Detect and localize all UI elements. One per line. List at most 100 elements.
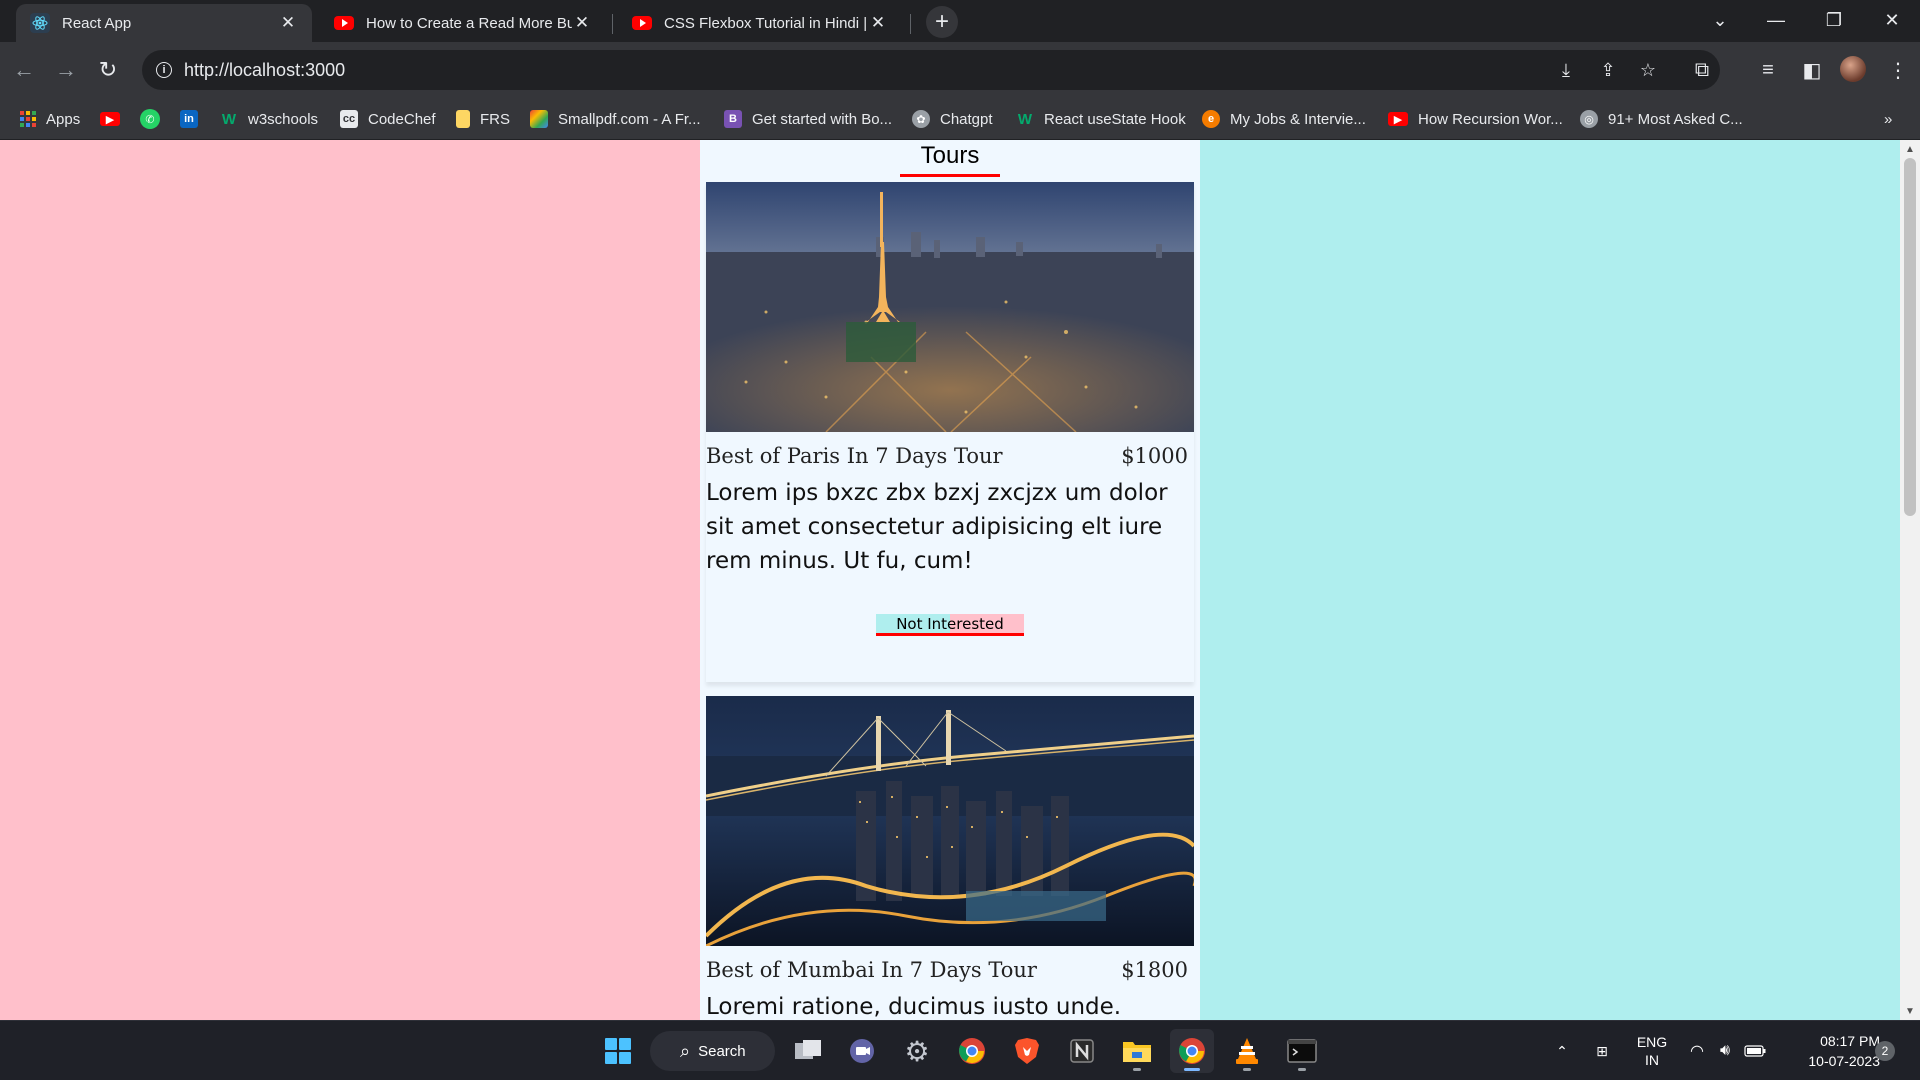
page-title: Tours — [920, 142, 980, 169]
bookmark-chatgpt[interactable]: ✿ Chatgpt — [912, 108, 993, 130]
tour-description: Loremi ratione, ducimus iusto unde. Dolo… — [706, 994, 1122, 1020]
tour-price: $1800 — [1121, 958, 1188, 982]
menu-kebab-icon[interactable]: ⋮ — [1882, 54, 1914, 86]
w3schools-icon: W — [1017, 110, 1033, 128]
left-panel — [0, 140, 700, 1020]
brave-icon[interactable] — [1005, 1029, 1049, 1073]
bookmark-react-usestate[interactable]: W React useState Hook — [1016, 108, 1186, 130]
bookmark-label: 91+ Most Asked C... — [1608, 110, 1743, 128]
bookmark-whatsapp[interactable]: ✆ — [140, 108, 170, 130]
windows-start-icon[interactable] — [596, 1029, 640, 1073]
show-hidden-icons-chevron-icon[interactable]: ⌃ — [1548, 1021, 1576, 1080]
clock[interactable]: 08:17 PM 10-07-2023 — [1780, 1031, 1880, 1071]
bookmark-smallpdf[interactable]: Smallpdf.com - A Fr... — [530, 108, 701, 130]
linkedin-icon: in — [180, 110, 198, 128]
settings-gear-icon[interactable]: ⚙ — [895, 1029, 939, 1073]
bookmark-frs[interactable]: FRS — [456, 108, 510, 130]
globe-icon: ◎ — [1580, 110, 1598, 128]
browser-toolbar: ← → ↻ i http://localhost:3000 ⤓ ⇪ ☆ ⧉ ≡ … — [0, 42, 1920, 98]
title-underline — [900, 174, 1000, 177]
youtube-icon: ▶ — [100, 112, 120, 126]
youtube-icon — [632, 16, 652, 30]
tours-container: Tours Best of Paris In 7 Days Tour $1000… — [700, 140, 1200, 1020]
task-view-icon[interactable] — [786, 1029, 830, 1073]
wifi-icon[interactable]: ◠ — [1684, 1021, 1710, 1080]
address-bar[interactable]: i http://localhost:3000 ⤓ ⇪ ☆ — [142, 50, 1720, 90]
tour-name: Best of Mumbai In 7 Days Tour — [706, 958, 1037, 982]
clock-time: 08:17 PM — [1820, 1033, 1880, 1049]
bookmarks-overflow-button[interactable]: » — [1884, 108, 1892, 130]
bookmark-w3schools[interactable]: W w3schools — [220, 108, 318, 130]
file-explorer-icon[interactable] — [1115, 1029, 1159, 1073]
taskbar-search[interactable]: ⌕ Search — [650, 1031, 775, 1071]
share-icon[interactable]: ⇪ — [1594, 56, 1622, 84]
bookmark-91-most-asked[interactable]: ◎ 91+ Most Asked C... — [1580, 108, 1743, 130]
jobs-icon: e — [1202, 110, 1220, 128]
w3schools-icon: W — [221, 110, 237, 128]
page-viewport: Tours Best of Paris In 7 Days Tour $1000… — [0, 140, 1920, 1020]
reading-list-icon[interactable]: ≡ — [1752, 54, 1784, 86]
tab-react-app[interactable]: React App ✕ — [16, 4, 312, 42]
reload-icon[interactable]: ↻ — [92, 54, 124, 86]
bookmark-label: FRS — [480, 110, 510, 128]
install-icon[interactable]: ⤓ — [1552, 56, 1580, 84]
forward-arrow-icon[interactable]: → — [50, 54, 82, 86]
scroll-down-arrow-icon[interactable]: ▼ — [1900, 1002, 1920, 1020]
bookmark-label: w3schools — [248, 110, 319, 128]
new-tab-button[interactable]: + — [926, 6, 958, 38]
chevron-double-right-icon: » — [1884, 110, 1893, 128]
bookmark-label: Apps — [46, 110, 81, 128]
volume-icon[interactable]: 🔊︎ — [1712, 1021, 1738, 1080]
youtube-icon — [334, 16, 354, 30]
battery-icon[interactable] — [1742, 1021, 1768, 1080]
bookmark-my-jobs[interactable]: e My Jobs & Intervie... — [1202, 108, 1366, 130]
chrome-icon[interactable] — [950, 1029, 994, 1073]
tab-youtube-read-more[interactable]: How to Create a Read More Butt ✕ — [320, 4, 606, 42]
tour-card: Best of Paris In 7 Days Tour $1000 Lorem… — [706, 182, 1194, 682]
bookmark-apps[interactable]: Apps — [20, 108, 80, 130]
bookmark-linkedin[interactable]: in — [180, 108, 208, 130]
notification-badge[interactable]: 2 — [1875, 1041, 1895, 1061]
bookmark-bootstrap[interactable]: B Get started with Bo... — [724, 108, 892, 130]
restore-button[interactable]: ❐ — [1806, 0, 1862, 40]
close-tab-icon[interactable]: ✕ — [868, 13, 888, 33]
profile-avatar[interactable] — [1840, 56, 1866, 82]
tab-youtube-flexbox[interactable]: CSS Flexbox Tutorial in Hindi | W ✕ — [618, 4, 902, 42]
windows-taskbar: ⌕ Search ⚙ ⌃ ⊞ ENG IN ◠ 🔊︎ 08:17 PM 10-0… — [0, 1020, 1920, 1080]
teams-chat-icon[interactable] — [840, 1029, 884, 1073]
bookmark-youtube[interactable]: ▶ — [100, 108, 130, 130]
site-info-icon[interactable]: i — [156, 62, 172, 78]
tab-search-icon[interactable]: ⌄ — [1692, 0, 1748, 40]
tab-title: CSS Flexbox Tutorial in Hindi | W — [664, 14, 868, 32]
bookmark-codechef[interactable]: cc CodeChef — [340, 108, 436, 130]
scrollbar-thumb[interactable] — [1904, 158, 1916, 516]
bookmark-label: Get started with Bo... — [752, 110, 893, 128]
bookmark-star-icon[interactable]: ☆ — [1634, 56, 1662, 84]
not-interested-button[interactable]: Not Interested — [876, 614, 1024, 636]
close-tab-icon[interactable]: ✕ — [278, 13, 298, 33]
keyboard-layout-icon[interactable]: ⊞ — [1588, 1021, 1616, 1080]
minimize-button[interactable]: — — [1748, 0, 1804, 40]
terminal-icon[interactable] — [1280, 1029, 1324, 1073]
close-tab-icon[interactable]: ✕ — [572, 13, 592, 33]
url-text[interactable]: http://localhost:3000 — [184, 60, 345, 81]
language-indicator[interactable]: ENG IN — [1624, 1021, 1680, 1080]
tab-title: React App — [62, 14, 132, 32]
bookmark-label: My Jobs & Intervie... — [1230, 110, 1366, 128]
close-window-button[interactable]: ✕ — [1864, 0, 1920, 40]
back-arrow-icon[interactable]: ← — [8, 54, 40, 86]
bookmark-recursion[interactable]: ▶ How Recursion Wor... — [1388, 108, 1563, 130]
scroll-up-arrow-icon[interactable]: ▲ — [1900, 140, 1920, 158]
search-label: Search — [698, 1042, 746, 1060]
vlc-icon[interactable] — [1225, 1029, 1269, 1073]
chrome-active-icon[interactable] — [1170, 1029, 1214, 1073]
apps-grid-icon — [20, 111, 36, 127]
page-scrollbar[interactable]: ▲ ▼ — [1900, 140, 1920, 1020]
whatsapp-icon: ✆ — [140, 109, 160, 129]
notion-icon[interactable] — [1060, 1029, 1104, 1073]
extensions-icon[interactable]: ⧉ — [1686, 54, 1718, 86]
region-code: IN — [1645, 1052, 1659, 1068]
bookmark-label: Smallpdf.com - A Fr... — [558, 110, 701, 128]
tour-image-paris — [706, 182, 1194, 432]
side-panel-icon[interactable]: ◧ — [1796, 54, 1828, 86]
